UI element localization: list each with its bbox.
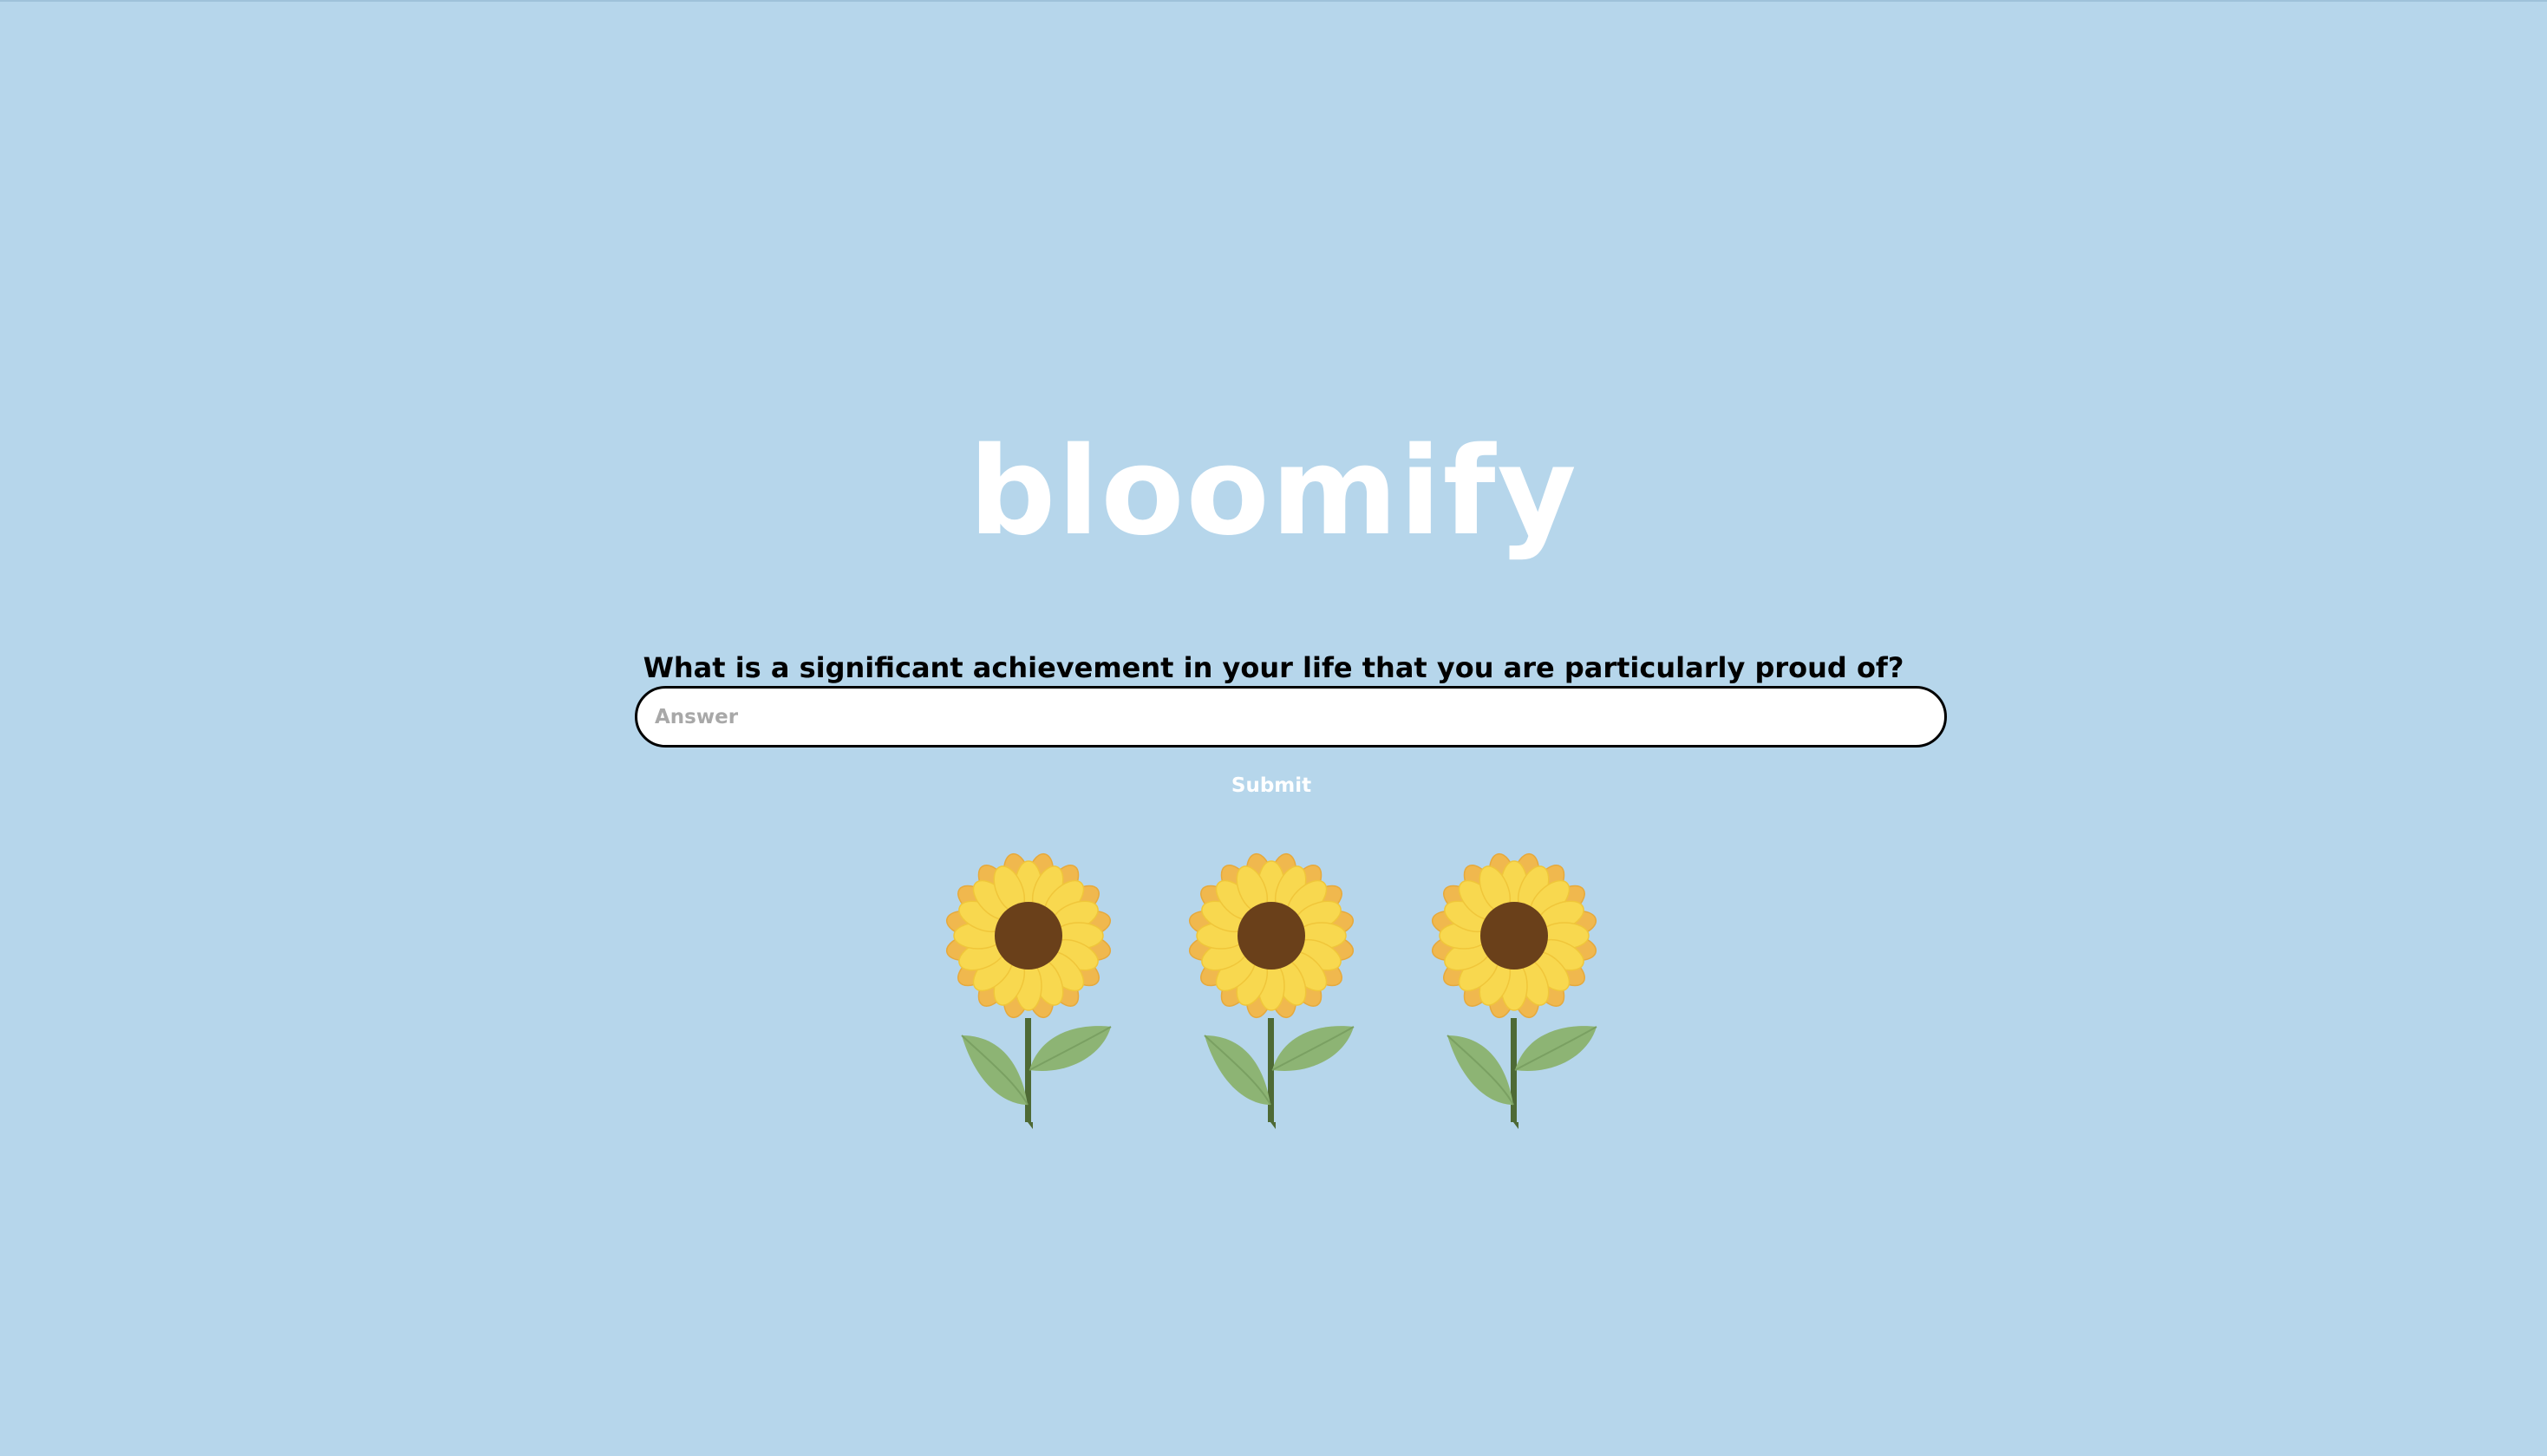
- sunflower-icon: [1431, 852, 1597, 1129]
- sunflower-icon: [945, 852, 1112, 1129]
- sunflower-3: [1423, 846, 1605, 1150]
- sunflower-2: [1180, 846, 1362, 1150]
- app-logo: bloomify: [969, 421, 1578, 563]
- question-text: What is a significant achievement in you…: [643, 651, 1904, 684]
- sunflower-icon: [1188, 852, 1355, 1129]
- sunflower-1: [937, 846, 1120, 1150]
- top-border: [0, 0, 2547, 2]
- submit-button[interactable]: Submit: [1185, 767, 1358, 805]
- answer-input[interactable]: [635, 686, 1947, 748]
